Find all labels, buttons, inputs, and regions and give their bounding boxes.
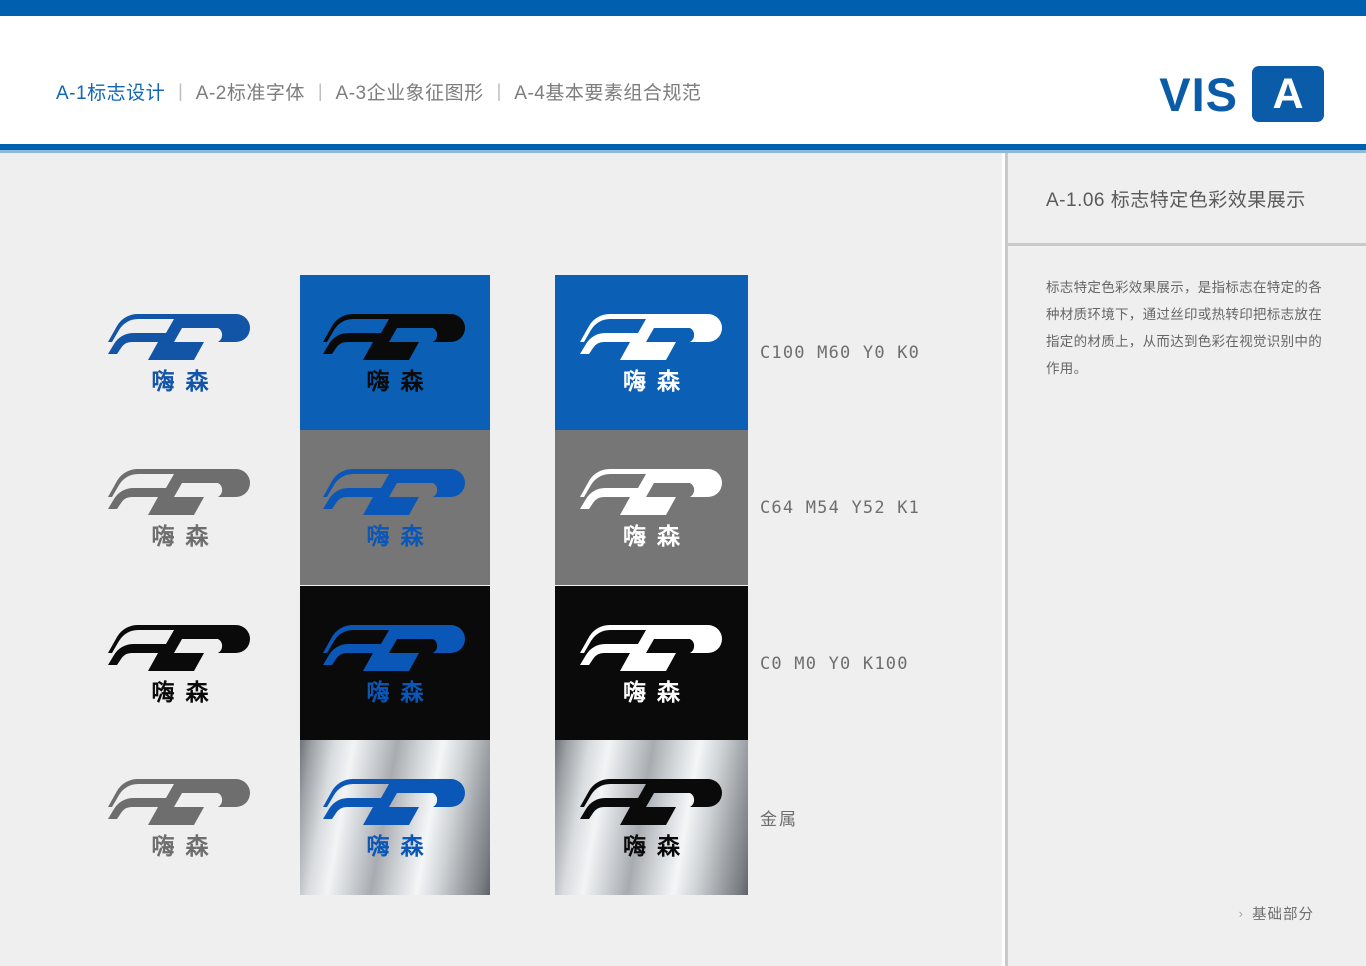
grid-cell-label: C100 M60 Y0 K0	[760, 275, 990, 430]
haisen-logo-mark	[323, 468, 465, 515]
grid-cell: 嗨森	[90, 275, 270, 430]
vis-logo: VIS A	[1159, 66, 1324, 122]
grid-cell-label: C64 M54 Y52 K1	[760, 430, 990, 585]
nav-item-a3[interactable]: A-3企业象征图形	[336, 78, 484, 105]
section-description: 标志特定色彩效果展示，是指标志在特定的各种材质环境下，通过丝印或热转印把标志放在…	[1046, 280, 1322, 376]
page-header: A-1标志设计 | A-2标准字体 | A-3企业象征图形 | A-4基本要素组…	[0, 16, 1366, 144]
haisen-wordmark: 嗨森	[366, 833, 435, 860]
swatch-black: 嗨森	[555, 586, 748, 741]
haisen-wordmark: 嗨森	[366, 679, 435, 706]
haisen-logo-mark	[323, 313, 465, 360]
grid-cell-label: C0 M0 Y0 K100	[760, 586, 990, 741]
logo-lockup: 嗨森	[323, 312, 467, 394]
haisen-wordmark: 嗨森	[151, 833, 220, 860]
vis-badge: A	[1252, 66, 1324, 122]
haisen-wordmark: 嗨森	[151, 368, 220, 395]
haisen-logo-mark	[108, 313, 250, 360]
swatch-blue: 嗨森	[300, 275, 490, 430]
grid-row: 嗨森 嗨森	[0, 740, 1002, 895]
haisen-logo-mark	[108, 624, 250, 671]
nav-item-a1[interactable]: A-1标志设计	[56, 78, 165, 105]
color-spec-label: 金属	[760, 810, 798, 829]
haisen-logo-mark	[579, 624, 722, 671]
grid-cell: 嗨森	[90, 430, 270, 585]
haisen-logo-mark	[108, 778, 250, 825]
grid-row: 嗨森 嗨森	[0, 586, 1002, 741]
haisen-logo-mark	[323, 778, 465, 825]
nav-separator: |	[496, 81, 502, 101]
logo-lockup: 嗨森	[108, 777, 252, 859]
logo-lockup: 嗨森	[579, 467, 724, 550]
swatch-plain: 嗨森	[90, 586, 270, 741]
logo-lockup: 嗨森	[579, 312, 724, 395]
haisen-wordmark: 嗨森	[623, 833, 691, 860]
logo-lockup: 嗨森	[323, 467, 467, 549]
haisen-wordmark: 嗨森	[623, 523, 691, 550]
haisen-wordmark: 嗨森	[151, 679, 220, 706]
haisen-logo-mark	[323, 624, 465, 671]
nav-separator: |	[317, 81, 323, 101]
grid-cell: 嗨森	[555, 740, 748, 895]
grid-cell-label: 金属	[760, 740, 990, 895]
swatch-metal: 嗨森	[300, 740, 490, 895]
logo-lockup: 嗨森	[108, 312, 252, 394]
color-spec-label: C64 M54 Y52 K1	[760, 497, 921, 518]
haisen-wordmark: 嗨森	[366, 523, 435, 550]
haisen-wordmark: 嗨森	[623, 368, 691, 395]
haisen-logo-mark	[579, 313, 722, 360]
haisen-wordmark: 嗨森	[151, 523, 220, 550]
swatch-gray: 嗨森	[555, 430, 748, 585]
nav-item-a2[interactable]: A-2标准字体	[196, 78, 305, 105]
logo-lockup: 嗨森	[323, 777, 467, 859]
haisen-logo-mark	[108, 468, 250, 515]
grid-cell: 嗨森	[300, 275, 490, 430]
swatch-plain: 嗨森	[90, 275, 270, 430]
logo-showcase-canvas: 嗨森 嗨森 嗨森 C100 M60 Y0 K0 嗨森 嗨森 嗨森 C64 M54…	[0, 153, 1002, 966]
grid-cell: 嗨森	[300, 430, 490, 585]
logo-lockup: 嗨森	[108, 623, 252, 705]
grid-cell: 嗨森	[300, 740, 490, 895]
haisen-logo-mark	[579, 468, 722, 515]
vis-manual-page: A-1标志设计 | A-2标准字体 | A-3企业象征图形 | A-4基本要素组…	[0, 0, 1366, 966]
chevron-right-icon: ›	[1238, 906, 1243, 921]
logo-lockup: 嗨森	[108, 467, 252, 549]
haisen-logo-mark	[579, 778, 722, 825]
haisen-wordmark: 嗨森	[623, 679, 691, 706]
grid-cell: 嗨森	[555, 430, 748, 585]
grid-cell: 嗨森	[90, 740, 270, 895]
grid-cell: 嗨森	[90, 586, 270, 741]
grid-cell: 嗨森	[300, 586, 490, 741]
footer-note: › 基础部分	[1239, 903, 1314, 924]
sidebar-title-box: A-1.06 标志特定色彩效果展示	[1008, 153, 1366, 246]
swatch-plain: 嗨森	[90, 430, 270, 585]
info-sidebar: A-1.06 标志特定色彩效果展示 标志特定色彩效果展示，是指标志在特定的各种材…	[1005, 153, 1366, 966]
logo-lockup: 嗨森	[579, 623, 724, 706]
grid-cell: 嗨森	[555, 586, 748, 741]
nav-item-a4[interactable]: A-4基本要素组合规范	[514, 78, 701, 105]
vis-badge-letter: A	[1272, 69, 1304, 118]
footer-label: 基础部分	[1252, 907, 1314, 923]
swatch-black: 嗨森	[300, 586, 490, 741]
grid-cell: 嗨森	[555, 275, 748, 430]
grid-row: 嗨森 嗨森	[0, 430, 1002, 585]
logo-color-grid: 嗨森 嗨森 嗨森 C100 M60 Y0 K0 嗨森 嗨森 嗨森 C64 M54…	[0, 153, 1002, 966]
logo-lockup: 嗨森	[579, 777, 724, 860]
nav-separator: |	[178, 81, 183, 101]
haisen-wordmark: 嗨森	[366, 368, 435, 395]
swatch-plain: 嗨森	[90, 740, 270, 895]
grid-row: 嗨森 嗨森	[0, 275, 1002, 430]
top-accent-bar	[0, 0, 1366, 16]
swatch-blue: 嗨森	[555, 275, 748, 430]
section-title: A-1.06 标志特定色彩效果展示	[1046, 189, 1306, 211]
logo-lockup: 嗨森	[323, 623, 467, 705]
color-spec-label: C100 M60 Y0 K0	[760, 342, 921, 363]
swatch-gray: 嗨森	[300, 430, 490, 585]
page-body: 嗨森 嗨森 嗨森 C100 M60 Y0 K0 嗨森 嗨森 嗨森 C64 M54…	[0, 153, 1366, 966]
vis-wordmark: VIS	[1159, 67, 1238, 121]
swatch-metal: 嗨森	[555, 740, 748, 895]
color-spec-label: C0 M0 Y0 K100	[760, 653, 909, 674]
section-nav: A-1标志设计 | A-2标准字体 | A-3企业象征图形 | A-4基本要素组…	[56, 78, 701, 105]
